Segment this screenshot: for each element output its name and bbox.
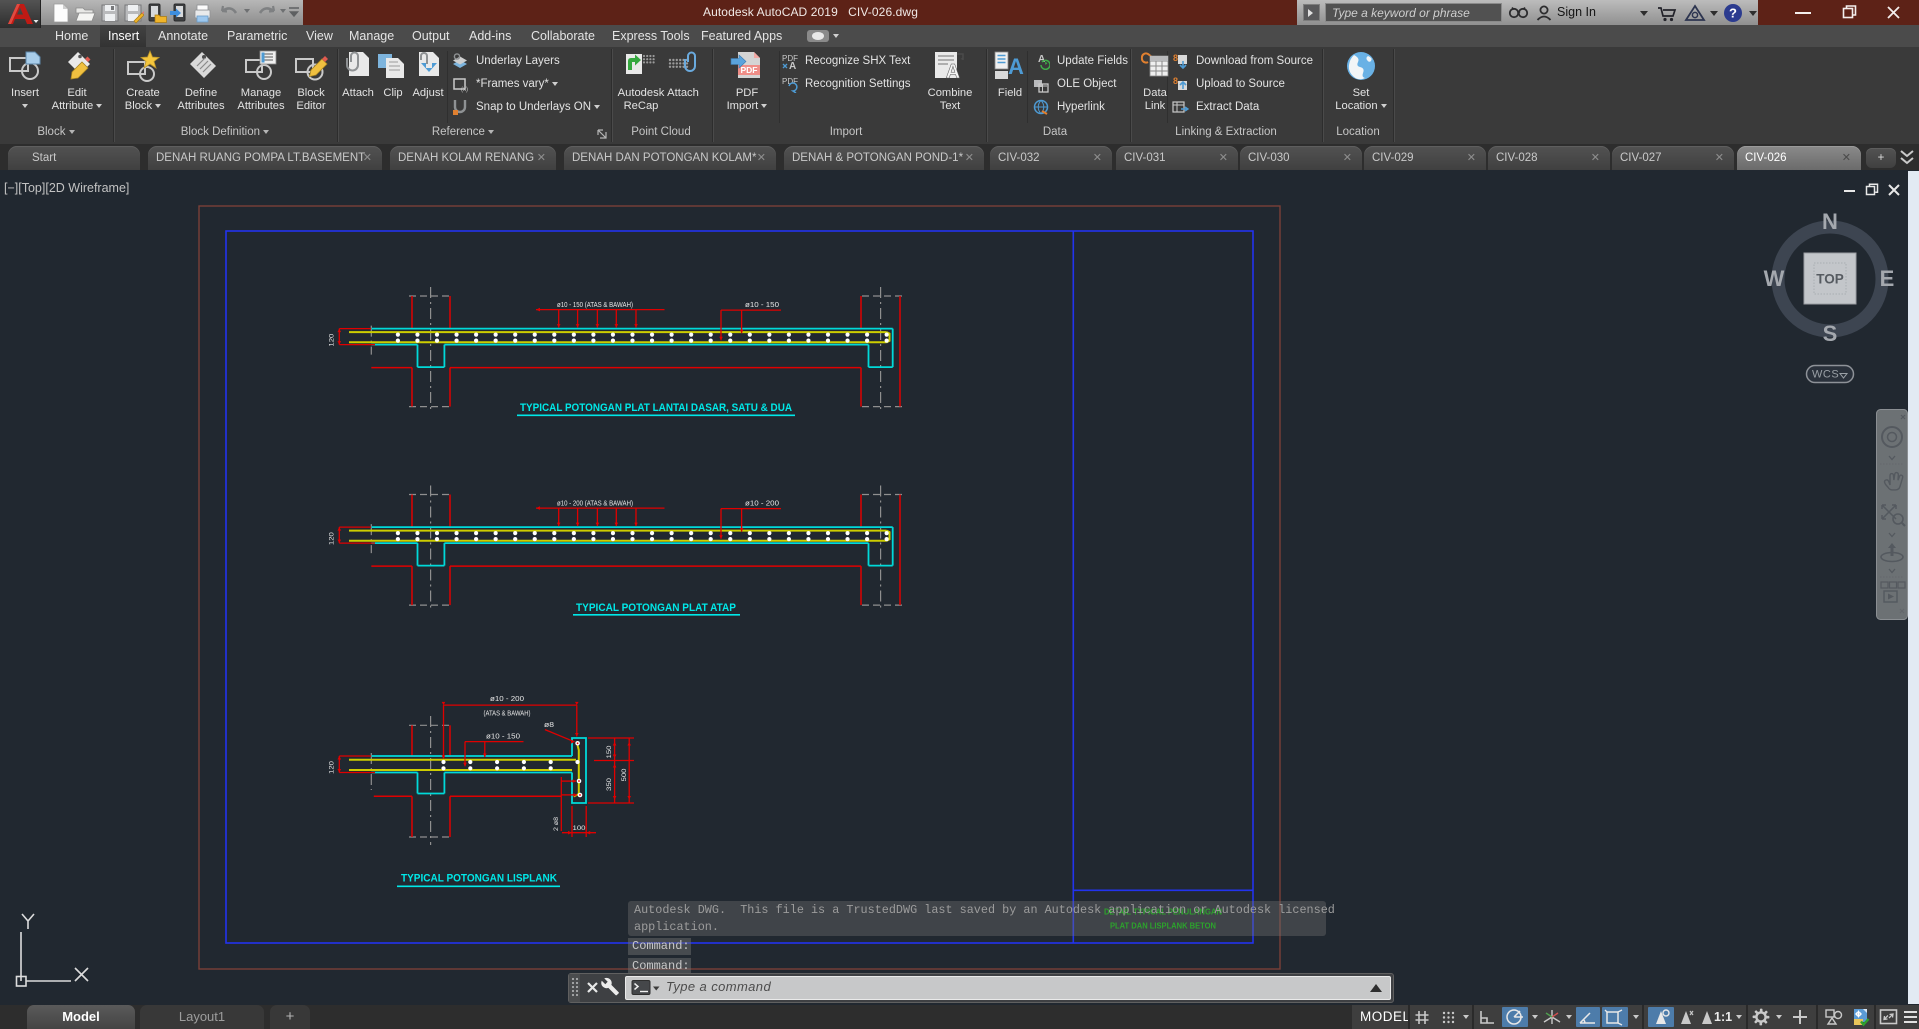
svg-text:ø8: ø8	[544, 722, 554, 729]
svg-text:8: 8	[1173, 53, 1178, 63]
svg-text:350: 350	[606, 778, 613, 791]
svg-text:8: 8	[1173, 76, 1178, 86]
svg-text:(ATAS & BAWAH): (ATAS & BAWAH)	[484, 711, 531, 718]
svg-text:WCS: WCS	[1812, 369, 1839, 381]
svg-text:PDF: PDF	[741, 65, 758, 75]
svg-text:?: ?	[1729, 6, 1737, 21]
svg-text:TYPICAL POTONGAN LISPLANK: TYPICAL POTONGAN LISPLANK	[401, 873, 558, 885]
svg-text:ø10 - 200 (ATAS & BAWAH): ø10 - 200 (ATAS & BAWAH)	[557, 501, 633, 508]
svg-text:N: N	[1822, 209, 1838, 234]
svg-text:ø10 - 200: ø10 - 200	[745, 501, 779, 508]
svg-text:A: A	[946, 61, 960, 83]
svg-text:120: 120	[329, 761, 336, 774]
svg-text:A: A	[1038, 54, 1045, 65]
svg-text:(x): (x)	[461, 87, 468, 93]
svg-text:A: A	[1008, 54, 1024, 79]
svg-text:150: 150	[606, 745, 613, 758]
svg-text:500: 500	[621, 768, 628, 781]
svg-text:E: E	[1880, 266, 1895, 291]
svg-text:ø10 - 150: ø10 - 150	[486, 734, 520, 741]
svg-text:2 ø8: 2 ø8	[553, 817, 560, 831]
svg-text:S: S	[1823, 321, 1838, 346]
svg-text:ø10 - 150: ø10 - 150	[745, 302, 779, 309]
svg-text:ø10 - 150 (ATAS & BAWAH): ø10 - 150 (ATAS & BAWAH)	[557, 302, 633, 309]
svg-text:TYPICAL POTONGAN PLAT ATAP: TYPICAL POTONGAN PLAT ATAP	[576, 602, 736, 614]
svg-text:120: 120	[329, 333, 336, 346]
svg-text:A: A	[789, 61, 796, 70]
svg-text:120: 120	[329, 532, 336, 545]
svg-text:100: 100	[573, 825, 586, 832]
svg-text:TOP: TOP	[1816, 272, 1844, 287]
svg-text:TYPICAL POTONGAN PLAT LANTAI D: TYPICAL POTONGAN PLAT LANTAI DASAR, SATU…	[520, 402, 792, 414]
svg-text:W: W	[1764, 266, 1785, 291]
svg-text:ø10 - 200: ø10 - 200	[490, 696, 524, 703]
